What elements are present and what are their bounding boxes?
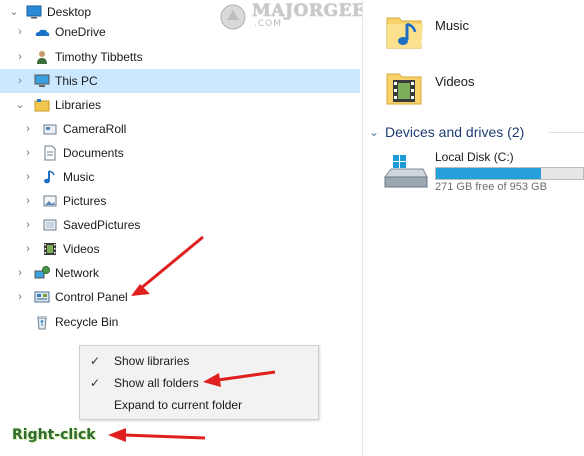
folder-videos[interactable]: Videos (383, 66, 583, 114)
menu-item-show-all-folders[interactable]: ✓ Show all folders (80, 372, 318, 394)
nav-item-savedpictures[interactable]: › SavedPictures (0, 213, 360, 237)
nav-item-pictures[interactable]: › Pictures (0, 189, 360, 213)
chevron-right-icon[interactable]: › (22, 141, 34, 165)
nav-item-label: Timothy Tibbetts (55, 50, 143, 64)
nav-item-music[interactable]: › Music (0, 165, 360, 189)
chevron-right-icon[interactable]: › (14, 69, 26, 93)
chevron-right-icon[interactable]: › (14, 285, 26, 309)
nav-item-label: Videos (63, 242, 100, 256)
music-library-icon (44, 170, 55, 184)
this-pc-icon (34, 74, 50, 87)
nav-item-label: OneDrive (55, 25, 106, 39)
control-panel-icon (34, 291, 50, 303)
savedpictures-library-icon (43, 219, 57, 231)
videos-library-icon (44, 243, 56, 255)
nav-item-label: This PC (55, 74, 98, 88)
drive-usage-bar (435, 167, 584, 180)
hard-drive-icon (384, 155, 428, 188)
chevron-right-icon[interactable]: › (22, 117, 34, 141)
menu-item-expand-to-current-folder[interactable]: Expand to current folder (80, 394, 318, 416)
nav-item-libraries[interactable]: ⌄ Libraries (0, 93, 360, 117)
context-menu: ✓ Show libraries ✓ Show all folders Expa… (79, 345, 319, 420)
chevron-right-icon[interactable]: › (14, 45, 26, 69)
nav-item-label: Control Panel (55, 290, 128, 304)
chevron-right-icon[interactable]: › (22, 165, 34, 189)
majorgeeks-watermark: MAJORGEEKS .COM (218, 0, 393, 34)
chevron-right-icon[interactable]: › (14, 261, 26, 285)
recycle-bin-icon (37, 316, 47, 330)
nav-item-this-pc[interactable]: › This PC (0, 69, 360, 93)
devices-and-drives-section[interactable]: ⌄ Devices and drives (2) (369, 121, 584, 143)
content-pane: Music Videos ⌄ Devices and drives (2) Lo… (363, 0, 584, 456)
nav-item-documents[interactable]: › Documents (0, 141, 360, 165)
drive-usage-fill (436, 168, 542, 179)
cameraroll-library-icon (43, 124, 57, 135)
menu-item-label: Show libraries (114, 354, 190, 368)
nav-item-user[interactable]: › Timothy Tibbetts (0, 45, 360, 69)
nav-item-label: Music (63, 170, 95, 184)
onedrive-icon (35, 29, 50, 36)
menu-item-label: Expand to current folder (114, 398, 243, 412)
navigation-pane: ⌄ Desktop › OneDrive › Timothy Tibbetts … (0, 0, 362, 456)
pictures-library-icon (43, 195, 57, 207)
videos-folder-icon (386, 73, 422, 105)
right-click-annotation: Right-click (12, 427, 96, 443)
nav-item-label: Network (55, 266, 100, 280)
user-folder-icon (37, 51, 47, 64)
watermark-subtext: .COM (254, 19, 282, 29)
network-icon (34, 266, 50, 279)
nav-item-label: SavedPictures (63, 218, 141, 232)
desktop-icon (26, 5, 42, 19)
chevron-down-icon[interactable]: ⌄ (14, 93, 26, 117)
chevron-right-icon[interactable]: › (22, 213, 34, 237)
music-folder-icon (386, 17, 423, 49)
checkmark-icon: ✓ (90, 376, 101, 390)
checkmark-icon: ✓ (90, 354, 101, 368)
nav-item-label: Documents (63, 146, 124, 160)
nav-item-label: CameraRoll (63, 122, 127, 136)
nav-item-videos[interactable]: › Videos (0, 237, 360, 261)
nav-item-cameraroll[interactable]: › CameraRoll (0, 117, 360, 141)
nav-item-network[interactable]: › Network (0, 261, 360, 285)
chevron-down-icon[interactable]: ⌄ (369, 121, 379, 143)
chevron-right-icon[interactable]: › (14, 20, 26, 44)
chevron-right-icon[interactable]: › (22, 189, 34, 213)
menu-item-show-libraries[interactable]: ✓ Show libraries (80, 350, 318, 372)
drive-free-space: 271 GB free of 953 GB (435, 181, 547, 193)
drive-name: Local Disk (C:) (435, 150, 514, 164)
folder-label: Music (435, 18, 469, 33)
documents-library-icon (44, 145, 56, 161)
menu-item-label: Show all folders (114, 376, 199, 390)
folder-label: Videos (435, 74, 475, 89)
folder-music[interactable]: Music (383, 10, 583, 58)
nav-item-recycle-bin[interactable]: Recycle Bin (0, 310, 360, 334)
nav-item-label: Recycle Bin (55, 315, 119, 329)
watermark-logo-icon (220, 4, 246, 30)
chevron-right-icon[interactable]: › (22, 237, 34, 261)
section-title: Devices and drives (2) (385, 124, 525, 140)
libraries-icon (34, 99, 50, 112)
drive-local-disk-c[interactable]: Local Disk (C:) 271 GB free of 953 GB (383, 149, 584, 199)
nav-item-label: Pictures (63, 194, 107, 208)
nav-item-control-panel[interactable]: › Control Panel (0, 285, 360, 309)
nav-item-label: Libraries (55, 98, 102, 112)
section-divider (549, 132, 584, 133)
